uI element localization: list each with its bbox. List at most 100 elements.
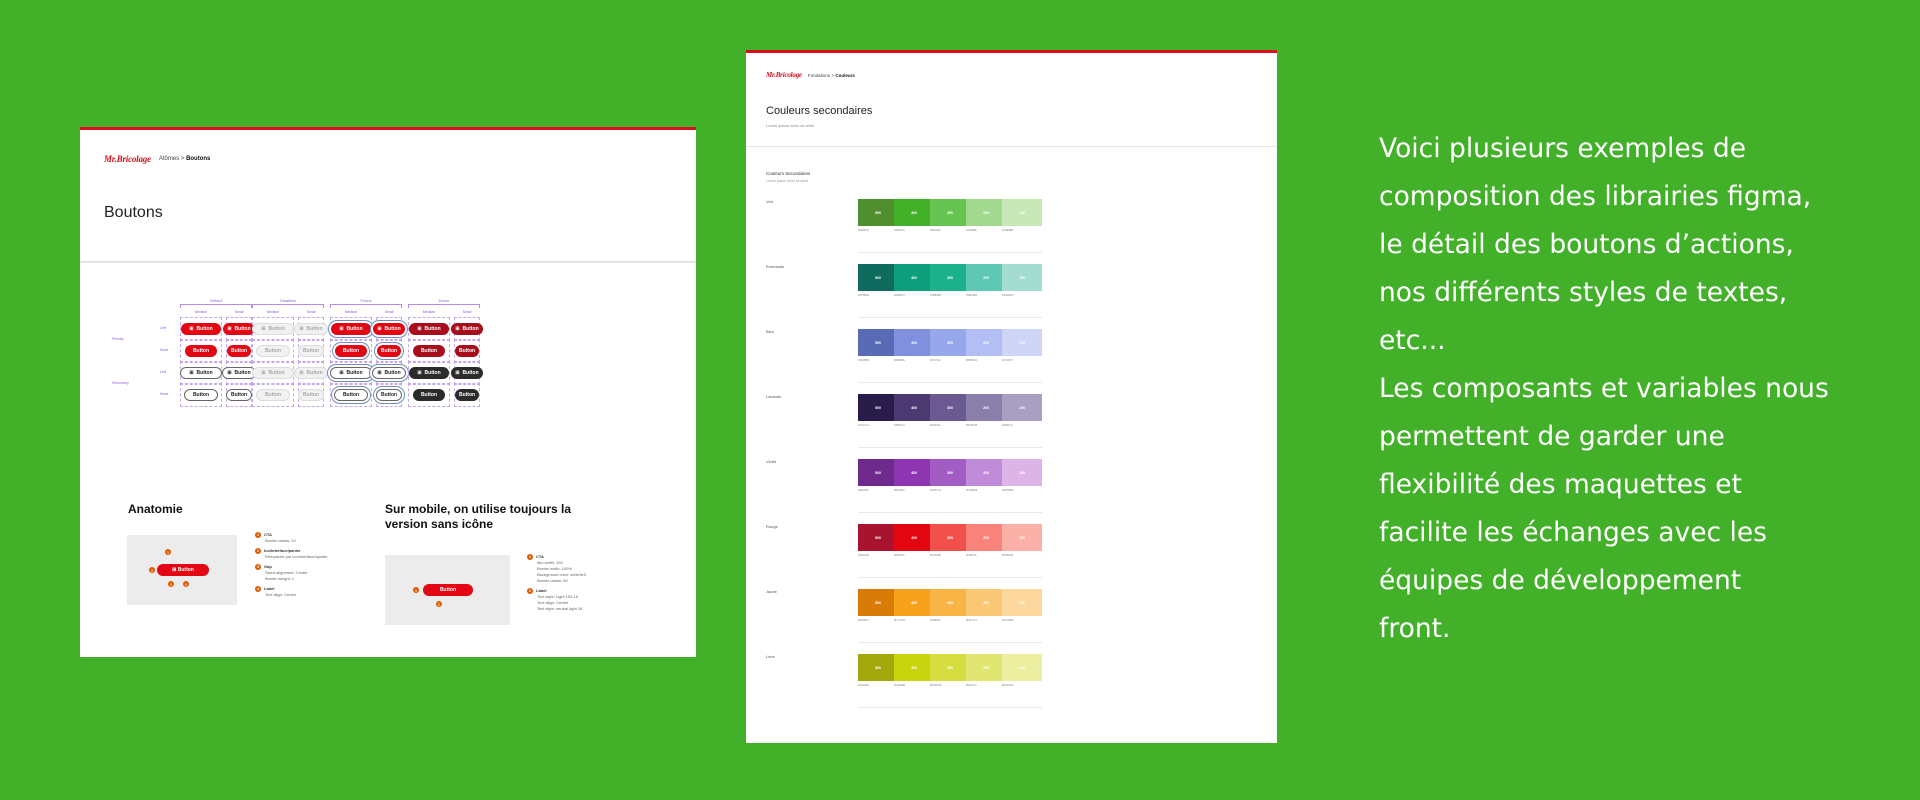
color-swatch-card[interactable]: 200 #A3D88F [966, 199, 1006, 264]
button-variant[interactable]: ⊞ Button [373, 323, 405, 335]
button-variant[interactable]: ⊞ Button [451, 323, 483, 335]
color-swatch-card[interactable]: 300 #F2504B [930, 524, 970, 589]
button-variant[interactable]: ⊞ Button [331, 323, 371, 335]
color-swatch-card[interactable]: 300 #A35CC4 [930, 459, 970, 524]
color-swatch-card[interactable]: 300 #66C550 [930, 199, 970, 264]
button-variant[interactable]: ⊞ Button [294, 323, 328, 335]
color-swatch-card[interactable]: 200 #FAC774 [966, 589, 1006, 654]
color-swatch-card[interactable]: 100 #DDB3E8 [1002, 459, 1042, 524]
color-swatch-card[interactable]: 300 #D6DD3E [930, 654, 970, 719]
button-variant[interactable]: ⊞ Button [181, 323, 221, 335]
button-variant[interactable]: Button [376, 345, 402, 357]
button-variant[interactable]: ⊞ Button [252, 367, 294, 379]
color-swatch-card[interactable]: 500 #0F6B5E [858, 264, 898, 329]
variant-cell: Button [454, 383, 480, 407]
anatomy-demo-button: ⊞ Button [157, 564, 209, 576]
color-swatch-card[interactable]: 100 #CFD5F7 [1002, 329, 1042, 394]
button-variant[interactable]: Button [255, 389, 291, 401]
color-swatch-card[interactable]: 400 #E30613 [894, 524, 934, 589]
button-variant[interactable]: Button [454, 389, 480, 401]
color-swatch-card[interactable]: 100 #FCD89E [1002, 589, 1042, 654]
button-variant[interactable]: ⊞ Button [372, 367, 406, 379]
button-variant[interactable]: Button [183, 389, 219, 401]
color-swatch-card[interactable]: 400 #4B3A72 [894, 394, 934, 459]
button-variant[interactable]: Button [412, 345, 446, 357]
color-swatch-card[interactable]: 500 #A3A90D [858, 654, 898, 719]
color-swatch-card[interactable]: 300 #6A5A91 [930, 394, 970, 459]
button-variant[interactable]: ⊞ Button [222, 367, 256, 379]
color-swatch-card[interactable]: 500 #D97B07 [858, 589, 898, 654]
breadcrumb-path[interactable]: Fondations [808, 73, 830, 78]
color-swatch-card[interactable]: 100 #A3DDD2 [1002, 264, 1042, 329]
color-swatch-card[interactable]: 400 #8090DE [894, 329, 934, 394]
color-swatch: 200 [966, 264, 1006, 291]
column-header: Small [384, 310, 394, 314]
button-variant[interactable]: ⊞ Button [451, 367, 483, 379]
button-variant[interactable]: Button [226, 345, 252, 357]
color-swatch-card[interactable]: 400 #C8D50E [894, 654, 934, 719]
color-swatch: 100 [1002, 199, 1042, 226]
color-swatch-card[interactable]: 200 #5EC8B4 [966, 264, 1006, 329]
color-swatch-card[interactable]: 400 #8E35B1 [894, 459, 934, 524]
button-variant[interactable]: ⊞ Button [252, 323, 294, 335]
button-variant[interactable]: Button [255, 345, 291, 357]
marker-1: 1 [413, 587, 419, 593]
variant-cell: Button [252, 383, 294, 407]
button-variant[interactable]: Button [412, 389, 446, 401]
color-swatch-card[interactable]: 200 #8A7EAB [966, 394, 1006, 459]
button-variant[interactable]: Button [297, 389, 325, 401]
color-swatch-card[interactable]: 300 #97A7EC [930, 329, 970, 394]
variant-cell: ⊞ Button [223, 317, 255, 341]
breadcrumb-path[interactable]: Atômes [159, 156, 179, 162]
section-title: Couleurs Secondaires [766, 171, 811, 176]
color-swatch-card[interactable]: 400 #F7A21B [894, 589, 934, 654]
button-variant[interactable]: Button [225, 389, 253, 401]
button-variant[interactable]: Button [375, 389, 403, 401]
button-variant[interactable]: ⊞ Button [294, 367, 328, 379]
color-swatch-card[interactable]: 500 #4F8F2D [858, 199, 898, 264]
color-swatch: 400 [894, 654, 934, 681]
color-swatch-card[interactable]: 400 #0D9E7C [894, 264, 934, 329]
column-header: Small [462, 310, 472, 314]
button-variant[interactable]: Button [333, 389, 369, 401]
color-swatch-card[interactable]: 100 #C8E8B8 [1002, 199, 1042, 264]
color-swatch-card[interactable]: 200 #C08BD8 [966, 459, 1006, 524]
variant-cell: Button [376, 339, 402, 363]
color-swatch-card[interactable]: 500 #A8142D [858, 524, 898, 589]
color-swatch-card[interactable]: 500 #2A1C4A [858, 394, 898, 459]
button-variant[interactable]: Button [184, 345, 218, 357]
color-swatch-card[interactable]: 300 #1BB28B [930, 264, 970, 329]
variant-cell: Button [226, 339, 252, 363]
color-swatch-card[interactable]: 100 #ECEF9F [1002, 654, 1042, 719]
color-swatch-card[interactable]: 100 #FBB0A8 [1002, 524, 1042, 589]
color-swatch-card[interactable]: 200 #E1E672 [966, 654, 1006, 719]
cart-icon: ⊞ [339, 326, 344, 332]
button-variant[interactable]: ⊞ Button [223, 323, 255, 335]
button-variant[interactable]: ⊞ Button [180, 367, 222, 379]
button-variant[interactable]: Button [334, 345, 368, 357]
button-variant[interactable]: ⊞ Button [409, 323, 449, 335]
breadcrumb-current: Boutons [186, 156, 211, 162]
button-variant[interactable]: ⊞ Button [330, 367, 372, 379]
row-label: None [160, 348, 169, 352]
color-swatch-card[interactable]: 200 #B3BFF4 [966, 329, 1006, 394]
button-variant[interactable]: ⊞ Button [409, 367, 449, 379]
color-swatch-card[interactable]: 400 #43B02A [894, 199, 934, 264]
cart-icon: ⊞ [417, 370, 422, 376]
color-hex-value: #1BB28B [930, 291, 970, 318]
button-label: Button [346, 326, 363, 332]
color-swatch-card[interactable]: 100 #A89FC2 [1002, 394, 1042, 459]
color-swatch: 200 [966, 524, 1006, 551]
cart-icon: ⊞ [227, 326, 232, 332]
button-variant[interactable]: Button [454, 345, 480, 357]
group-header: Hover [438, 298, 450, 303]
variant-cell: Button [454, 339, 480, 363]
anatomy-preview: ⊞ Button 1 2 3 4 [127, 535, 237, 605]
button-label: Button [424, 326, 441, 332]
column-header: Small [306, 310, 316, 314]
color-swatch-card[interactable]: 300 #F8B545 [930, 589, 970, 654]
color-swatch-card[interactable]: 200 #F8837A [966, 524, 1006, 589]
color-swatch-card[interactable]: 500 #5A6BB5 [858, 329, 898, 394]
color-swatch-card[interactable]: 500 #6E2A8C [858, 459, 898, 524]
button-variant[interactable]: Button [297, 345, 325, 357]
